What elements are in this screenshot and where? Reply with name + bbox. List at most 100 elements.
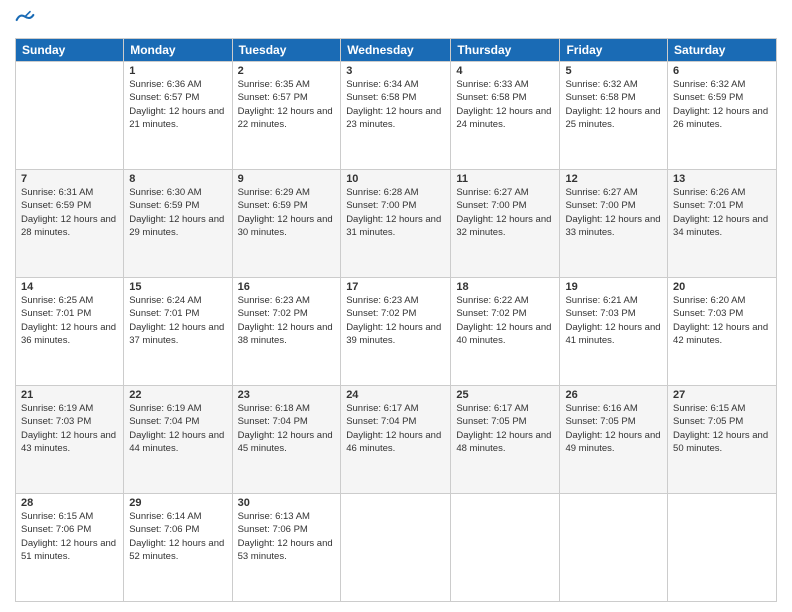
sunset-text: Sunset: 6:58 PM <box>456 91 554 104</box>
daylight-text: Daylight: 12 hours and 37 minutes. <box>129 321 226 348</box>
day-info: Sunrise: 6:24 AMSunset: 7:01 PMDaylight:… <box>129 294 226 347</box>
day-info: Sunrise: 6:33 AMSunset: 6:58 PMDaylight:… <box>456 78 554 131</box>
sunset-text: Sunset: 7:03 PM <box>565 307 662 320</box>
daylight-text: Daylight: 12 hours and 49 minutes. <box>565 429 662 456</box>
calendar-cell: 12Sunrise: 6:27 AMSunset: 7:00 PMDayligh… <box>560 170 668 278</box>
sunset-text: Sunset: 6:58 PM <box>565 91 662 104</box>
sunrise-text: Sunrise: 6:21 AM <box>565 294 662 307</box>
calendar-cell: 10Sunrise: 6:28 AMSunset: 7:00 PMDayligh… <box>341 170 451 278</box>
calendar-cell <box>451 494 560 602</box>
sunset-text: Sunset: 7:04 PM <box>346 415 445 428</box>
logo-icon <box>15 10 35 30</box>
day-info: Sunrise: 6:32 AMSunset: 6:59 PMDaylight:… <box>673 78 771 131</box>
sunrise-text: Sunrise: 6:33 AM <box>456 78 554 91</box>
day-info: Sunrise: 6:17 AMSunset: 7:04 PMDaylight:… <box>346 402 445 455</box>
daylight-text: Daylight: 12 hours and 29 minutes. <box>129 213 226 240</box>
daylight-text: Daylight: 12 hours and 24 minutes. <box>456 105 554 132</box>
sunrise-text: Sunrise: 6:19 AM <box>129 402 226 415</box>
sunset-text: Sunset: 6:59 PM <box>673 91 771 104</box>
calendar-cell: 16Sunrise: 6:23 AMSunset: 7:02 PMDayligh… <box>232 278 341 386</box>
daylight-text: Daylight: 12 hours and 30 minutes. <box>238 213 336 240</box>
daylight-text: Daylight: 12 hours and 42 minutes. <box>673 321 771 348</box>
daylight-text: Daylight: 12 hours and 26 minutes. <box>673 105 771 132</box>
sunset-text: Sunset: 6:59 PM <box>21 199 118 212</box>
calendar-cell <box>16 62 124 170</box>
sunrise-text: Sunrise: 6:23 AM <box>346 294 445 307</box>
daylight-text: Daylight: 12 hours and 21 minutes. <box>129 105 226 132</box>
day-header-tuesday: Tuesday <box>232 39 341 62</box>
day-number: 14 <box>21 281 118 293</box>
sunset-text: Sunset: 7:06 PM <box>238 523 336 536</box>
sunrise-text: Sunrise: 6:34 AM <box>346 78 445 91</box>
day-info: Sunrise: 6:19 AMSunset: 7:03 PMDaylight:… <box>21 402 118 455</box>
daylight-text: Daylight: 12 hours and 25 minutes. <box>565 105 662 132</box>
sunrise-text: Sunrise: 6:17 AM <box>346 402 445 415</box>
sunset-text: Sunset: 7:02 PM <box>346 307 445 320</box>
day-info: Sunrise: 6:23 AMSunset: 7:02 PMDaylight:… <box>346 294 445 347</box>
day-info: Sunrise: 6:15 AMSunset: 7:05 PMDaylight:… <box>673 402 771 455</box>
day-header-wednesday: Wednesday <box>341 39 451 62</box>
calendar-cell: 14Sunrise: 6:25 AMSunset: 7:01 PMDayligh… <box>16 278 124 386</box>
day-info: Sunrise: 6:21 AMSunset: 7:03 PMDaylight:… <box>565 294 662 347</box>
daylight-text: Daylight: 12 hours and 45 minutes. <box>238 429 336 456</box>
sunrise-text: Sunrise: 6:15 AM <box>673 402 771 415</box>
day-number: 22 <box>129 389 226 401</box>
daylight-text: Daylight: 12 hours and 36 minutes. <box>21 321 118 348</box>
day-number: 6 <box>673 65 771 77</box>
daylight-text: Daylight: 12 hours and 46 minutes. <box>346 429 445 456</box>
day-number: 13 <box>673 173 771 185</box>
sunrise-text: Sunrise: 6:22 AM <box>456 294 554 307</box>
daylight-text: Daylight: 12 hours and 40 minutes. <box>456 321 554 348</box>
calendar-cell <box>668 494 777 602</box>
week-row-1: 1Sunrise: 6:36 AMSunset: 6:57 PMDaylight… <box>16 62 777 170</box>
calendar-cell <box>341 494 451 602</box>
calendar-cell: 28Sunrise: 6:15 AMSunset: 7:06 PMDayligh… <box>16 494 124 602</box>
sunset-text: Sunset: 6:58 PM <box>346 91 445 104</box>
day-info: Sunrise: 6:22 AMSunset: 7:02 PMDaylight:… <box>456 294 554 347</box>
week-row-4: 21Sunrise: 6:19 AMSunset: 7:03 PMDayligh… <box>16 386 777 494</box>
day-number: 7 <box>21 173 118 185</box>
day-number: 20 <box>673 281 771 293</box>
sunset-text: Sunset: 7:04 PM <box>129 415 226 428</box>
day-number: 1 <box>129 65 226 77</box>
daylight-text: Daylight: 12 hours and 28 minutes. <box>21 213 118 240</box>
sunrise-text: Sunrise: 6:17 AM <box>456 402 554 415</box>
daylight-text: Daylight: 12 hours and 39 minutes. <box>346 321 445 348</box>
day-number: 2 <box>238 65 336 77</box>
day-number: 27 <box>673 389 771 401</box>
sunset-text: Sunset: 7:05 PM <box>456 415 554 428</box>
calendar-cell: 6Sunrise: 6:32 AMSunset: 6:59 PMDaylight… <box>668 62 777 170</box>
day-info: Sunrise: 6:30 AMSunset: 6:59 PMDaylight:… <box>129 186 226 239</box>
daylight-text: Daylight: 12 hours and 22 minutes. <box>238 105 336 132</box>
week-row-2: 7Sunrise: 6:31 AMSunset: 6:59 PMDaylight… <box>16 170 777 278</box>
calendar-cell <box>560 494 668 602</box>
day-info: Sunrise: 6:36 AMSunset: 6:57 PMDaylight:… <box>129 78 226 131</box>
sunset-text: Sunset: 7:03 PM <box>673 307 771 320</box>
day-number: 23 <box>238 389 336 401</box>
day-number: 10 <box>346 173 445 185</box>
sunset-text: Sunset: 7:01 PM <box>673 199 771 212</box>
sunrise-text: Sunrise: 6:26 AM <box>673 186 771 199</box>
sunrise-text: Sunrise: 6:13 AM <box>238 510 336 523</box>
day-number: 16 <box>238 281 336 293</box>
sunrise-text: Sunrise: 6:32 AM <box>565 78 662 91</box>
calendar-cell: 25Sunrise: 6:17 AMSunset: 7:05 PMDayligh… <box>451 386 560 494</box>
calendar-cell: 20Sunrise: 6:20 AMSunset: 7:03 PMDayligh… <box>668 278 777 386</box>
day-header-sunday: Sunday <box>16 39 124 62</box>
day-number: 11 <box>456 173 554 185</box>
day-number: 30 <box>238 497 336 509</box>
day-info: Sunrise: 6:20 AMSunset: 7:03 PMDaylight:… <box>673 294 771 347</box>
sunset-text: Sunset: 7:06 PM <box>21 523 118 536</box>
day-info: Sunrise: 6:32 AMSunset: 6:58 PMDaylight:… <box>565 78 662 131</box>
sunrise-text: Sunrise: 6:25 AM <box>21 294 118 307</box>
day-info: Sunrise: 6:18 AMSunset: 7:04 PMDaylight:… <box>238 402 336 455</box>
sunrise-text: Sunrise: 6:31 AM <box>21 186 118 199</box>
sunrise-text: Sunrise: 6:29 AM <box>238 186 336 199</box>
daylight-text: Daylight: 12 hours and 51 minutes. <box>21 537 118 564</box>
sunset-text: Sunset: 7:05 PM <box>673 415 771 428</box>
day-info: Sunrise: 6:13 AMSunset: 7:06 PMDaylight:… <box>238 510 336 563</box>
sunrise-text: Sunrise: 6:24 AM <box>129 294 226 307</box>
sunset-text: Sunset: 6:59 PM <box>129 199 226 212</box>
calendar-cell: 27Sunrise: 6:15 AMSunset: 7:05 PMDayligh… <box>668 386 777 494</box>
day-number: 4 <box>456 65 554 77</box>
